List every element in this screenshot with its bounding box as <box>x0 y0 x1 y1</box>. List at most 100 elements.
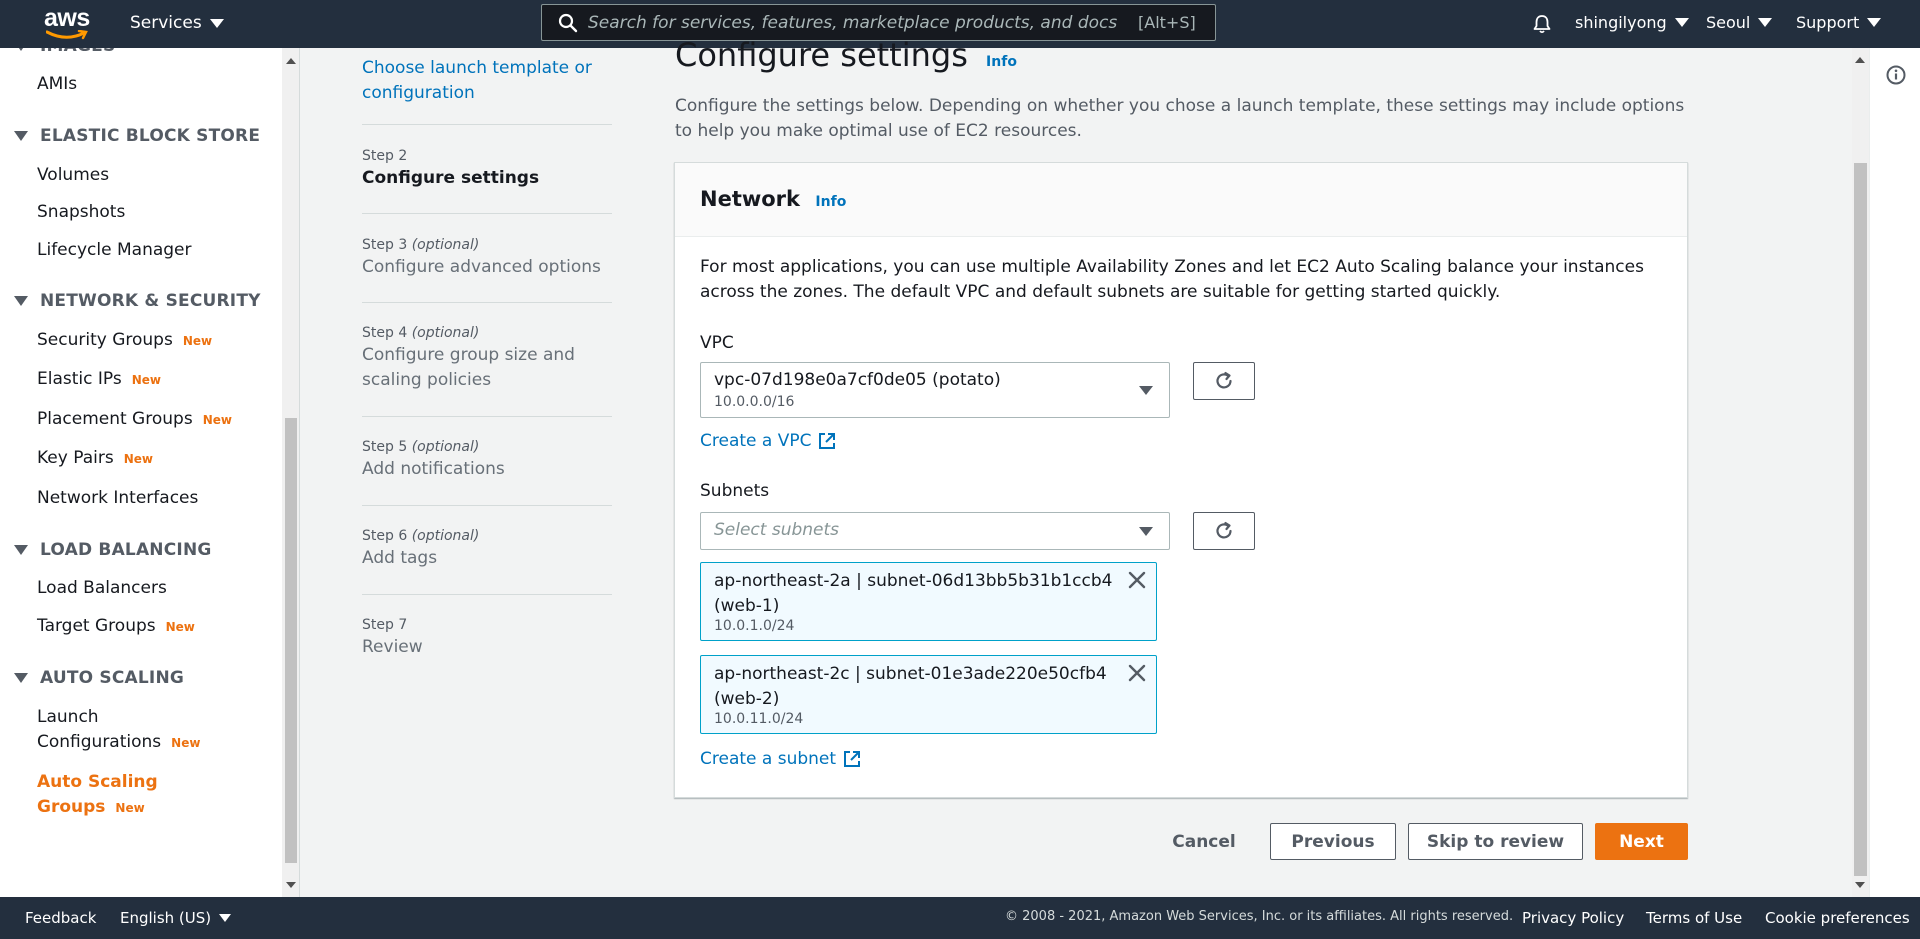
step-2-title: Configure settings <box>362 168 540 188</box>
vpc-select[interactable]: vpc-07d198e0a7cf0de05 (potato) 10.0.0.0/… <box>700 362 1170 418</box>
collapse-icon <box>14 131 28 141</box>
new-badge: New <box>165 620 195 634</box>
copyright: © 2008 - 2021, Amazon Web Services, Inc.… <box>1005 909 1514 924</box>
network-panel: Network Info For most applications, you … <box>674 162 1688 798</box>
sidebar-item-snapshots[interactable]: Snapshots <box>37 200 125 225</box>
close-icon[interactable] <box>1126 569 1148 591</box>
scroll-down-icon[interactable] <box>286 882 296 888</box>
step-6-title: Add tags <box>362 548 438 568</box>
step-6: Step 6 (optional) Add tags <box>362 528 612 571</box>
new-badge: New <box>115 801 145 815</box>
step-3: Step 3 (optional) Configure advanced opt… <box>362 237 612 280</box>
vpc-value: vpc-07d198e0a7cf0de05 (potato) <box>714 370 1001 390</box>
sidebar-item-volumes[interactable]: Volumes <box>37 163 109 188</box>
page-description: Configure the settings below. Depending … <box>675 96 1685 141</box>
search-icon <box>558 13 578 32</box>
sidebar-item-placement-groups[interactable]: Placement Groups New <box>37 407 232 433</box>
step-5: Step 5 (optional) Add notifications <box>362 439 612 482</box>
subnet-token-cidr: 10.0.11.0/24 <box>714 711 804 727</box>
privacy-policy-link[interactable]: Privacy Policy <box>1522 909 1624 927</box>
user-name: shingilyong <box>1575 13 1667 32</box>
sidebar-category-network-security[interactable]: NETWORK & SECURITY <box>14 291 261 311</box>
sidebar-item-security-groups[interactable]: Security Groups New <box>37 328 212 354</box>
subnets-refresh-button[interactable] <box>1193 512 1255 550</box>
step-2: Step 2 Configure settings <box>362 148 612 191</box>
step-1-title[interactable]: Choose launch template or configuration <box>362 56 612 106</box>
sidebar-item-key-pairs[interactable]: Key Pairs New <box>37 446 153 472</box>
step-1[interactable]: Choose launch template or configuration <box>362 54 612 106</box>
skip-to-review-button[interactable]: Skip to review <box>1408 823 1583 860</box>
subnet-token-cidr: 10.0.1.0/24 <box>714 618 795 634</box>
info-link[interactable]: Info <box>986 54 1017 70</box>
sidebar-scrollbar[interactable] <box>282 48 300 897</box>
new-badge: New <box>131 373 161 387</box>
subnet-token-name: ap-northeast-2c | subnet-01e3ade220e50cf… <box>714 664 1107 709</box>
network-heading: Network <box>700 187 801 211</box>
network-info-link[interactable]: Info <box>815 194 846 210</box>
step-divider <box>362 594 612 595</box>
main-scrollbar[interactable] <box>1852 48 1869 897</box>
cancel-button[interactable]: Cancel <box>1160 823 1248 860</box>
region-name: Seoul <box>1706 13 1751 32</box>
scrollbar-thumb[interactable] <box>1854 163 1867 876</box>
sidebar-item-auto-scaling-groups[interactable]: Auto Scaling Groups New <box>37 770 177 821</box>
scroll-down-icon[interactable] <box>1855 882 1865 888</box>
bell-icon[interactable] <box>1531 13 1553 35</box>
scroll-up-icon[interactable] <box>1855 57 1865 63</box>
scroll-up-icon[interactable] <box>286 58 296 64</box>
subnet-token: ap-northeast-2c | subnet-01e3ade220e50cf… <box>700 655 1157 734</box>
previous-button[interactable]: Previous <box>1270 823 1396 860</box>
optional-label: (optional) <box>411 325 480 341</box>
sidebar-item-launch-configurations[interactable]: Launch Configurations New <box>37 705 201 756</box>
sidebar-item-network-interfaces[interactable]: Network Interfaces <box>37 486 198 511</box>
region-menu[interactable]: Seoul <box>1706 13 1773 32</box>
sidebar-category-images[interactable]: IMAGES <box>14 48 115 56</box>
collapse-icon <box>14 296 28 306</box>
optional-label: (optional) <box>411 528 480 544</box>
search-input[interactable] <box>588 12 1128 33</box>
sidebar-item-target-groups[interactable]: Target Groups New <box>37 614 195 640</box>
sidebar-category-load-balancing[interactable]: LOAD BALANCING <box>14 540 212 560</box>
sidebar-item-lifecycle-manager[interactable]: Lifecycle Manager <box>37 238 192 263</box>
external-link-icon <box>819 433 836 449</box>
cookie-preferences-link[interactable]: Cookie preferences <box>1765 909 1910 927</box>
sidebar-category-ebs[interactable]: ELASTIC BLOCK STORE <box>14 126 260 146</box>
new-badge: New <box>182 334 213 348</box>
vpc-refresh-button[interactable] <box>1193 362 1255 400</box>
info-circle-icon[interactable] <box>1885 64 1907 86</box>
aws-smile-icon <box>46 30 88 40</box>
feedback-link[interactable]: Feedback <box>25 909 96 927</box>
services-menu[interactable]: Services <box>130 13 224 33</box>
language-selector[interactable]: English (US) <box>120 909 232 927</box>
user-menu[interactable]: shingilyong <box>1575 13 1689 32</box>
create-subnet-link[interactable]: Create a subnet <box>700 749 862 769</box>
sidebar-item-elastic-ips[interactable]: Elastic IPs New <box>37 367 161 393</box>
sidebar-item-load-balancers[interactable]: Load Balancers <box>37 576 167 601</box>
collapse-icon <box>14 545 28 555</box>
subnets-label: Subnets <box>700 481 770 501</box>
sidebar: IMAGES AMIs ELASTIC BLOCK STORE Volumes … <box>0 48 282 897</box>
refresh-icon <box>1216 521 1232 539</box>
aws-logo[interactable]: aws <box>44 6 90 42</box>
sidebar-category-auto-scaling[interactable]: AUTO SCALING <box>14 668 184 688</box>
step-divider <box>362 213 612 214</box>
new-badge: New <box>171 736 201 750</box>
step-divider <box>362 416 612 417</box>
services-label: Services <box>130 13 202 33</box>
step-4-title: Configure group size and scaling policie… <box>362 345 575 390</box>
subnets-select[interactable]: Select subnets <box>700 512 1170 550</box>
sidebar-item-amis[interactable]: AMIs <box>37 72 77 97</box>
next-button[interactable]: Next <box>1595 823 1688 860</box>
step-5-label: Step 5 <box>362 439 408 455</box>
create-vpc-link[interactable]: Create a VPC <box>700 431 837 451</box>
step-7-title: Review <box>362 637 423 657</box>
support-menu[interactable]: Support <box>1796 13 1882 32</box>
subnets-placeholder: Select subnets <box>714 520 840 540</box>
scrollbar-thumb[interactable] <box>285 418 297 863</box>
close-icon[interactable] <box>1126 662 1148 684</box>
network-panel-header: Network Info <box>675 163 1687 237</box>
network-description: For most applications, you can use multi… <box>700 257 1644 302</box>
help-rail <box>1869 48 1920 897</box>
terms-of-use-link[interactable]: Terms of Use <box>1646 909 1742 927</box>
optional-label: (optional) <box>411 439 480 455</box>
